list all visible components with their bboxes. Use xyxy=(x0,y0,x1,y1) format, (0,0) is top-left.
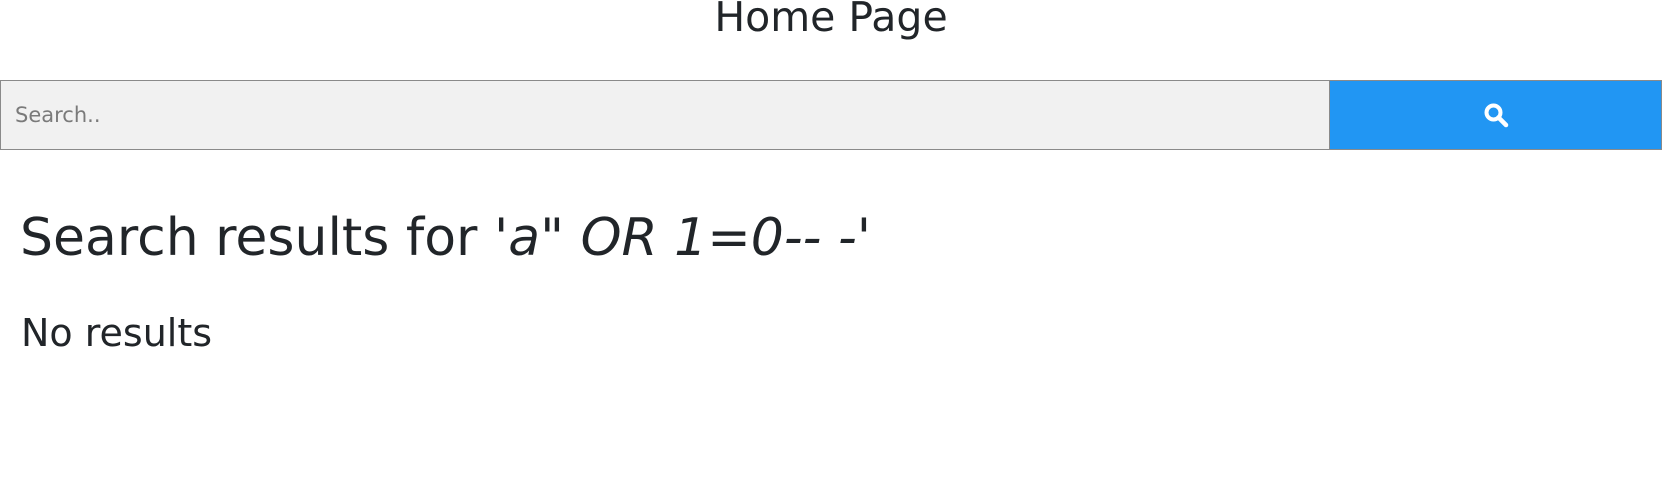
results-heading-suffix: ' xyxy=(856,208,872,268)
page-title: Home Page xyxy=(714,0,948,41)
no-results-message: No results xyxy=(21,311,213,355)
search-icon xyxy=(1484,103,1508,128)
search-button[interactable] xyxy=(1329,80,1662,150)
search-input[interactable] xyxy=(0,80,1329,150)
search-form xyxy=(0,80,1662,150)
search-query: a" OR 1=0-- - xyxy=(508,208,857,268)
results-heading: Search results for 'a" OR 1=0-- -' xyxy=(20,204,871,272)
results-heading-prefix: Search results for ' xyxy=(20,208,509,268)
page: Home Page Search results for 'a" OR 1=0-… xyxy=(0,0,1662,492)
